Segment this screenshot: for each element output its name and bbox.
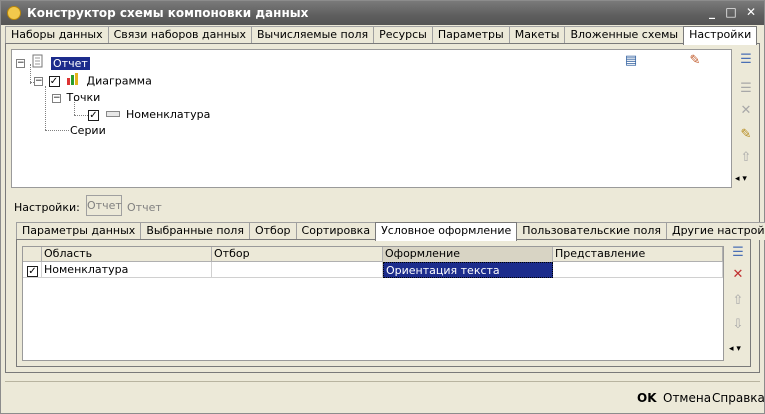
tree-node-points[interactable]: − Точки [52, 90, 100, 106]
tree-connector [45, 130, 69, 131]
column-header-presentation[interactable]: Представление [553, 247, 723, 262]
structure-tree[interactable]: − Отчет − ✓ Диаграмма − Точки ✓ Номенкла… [11, 49, 732, 188]
more-actions-icon[interactable]: ◂ ▾ [735, 174, 747, 184]
column-header-format[interactable]: Оформление [383, 247, 553, 262]
tab-calculated-fields[interactable]: Вычисляемые поля [250, 26, 375, 44]
tree-node-series[interactable]: Серии [70, 123, 106, 139]
collapse-icon[interactable]: − [16, 59, 25, 68]
window-title: Конструктор схемы компоновки данных [27, 6, 309, 20]
row-more-actions-icon[interactable]: ◂ ▾ [729, 344, 741, 354]
wizard-icon[interactable]: ✎ [686, 52, 704, 70]
add-group-icon[interactable]: ☰ [737, 51, 755, 69]
dcs-designer-window: Конструктор схемы компоновки данных _ □ … [0, 0, 765, 414]
tab-dataset-links[interactable]: Связи наборов данных [107, 26, 252, 44]
row-checkbox-cell: ✓ [23, 262, 42, 278]
title-bar: Конструктор схемы компоновки данных _ □ … [1, 1, 764, 25]
tab-filter[interactable]: Отбор [248, 222, 297, 240]
table-row[interactable]: ✓ Номенклатура Ориентация текста [23, 262, 723, 279]
tree-node-chart[interactable]: − ✓ Диаграмма [34, 72, 152, 88]
tree-connector [45, 86, 46, 130]
close-button[interactable]: ✕ [743, 5, 759, 20]
column-header-filter[interactable]: Отбор [212, 247, 383, 262]
delete-row-icon[interactable]: ✕ [729, 266, 747, 284]
edit-group-icon[interactable]: ✎ [737, 126, 755, 144]
column-header-check [23, 247, 42, 262]
chart-checkbox[interactable]: ✓ [48, 76, 60, 87]
footer-separator [5, 381, 760, 382]
top-tab-strip: Наборы данных Связи наборов данных Вычис… [5, 26, 758, 45]
help-button[interactable]: Справка [712, 391, 765, 405]
tab-resources[interactable]: Ресурсы [373, 26, 433, 44]
cell-format[interactable]: Ориентация текста [383, 262, 553, 278]
collapse-icon[interactable]: − [34, 77, 43, 86]
field-icon [105, 107, 120, 123]
tree-label-report: Отчет [51, 56, 90, 70]
chart-icon [66, 72, 80, 91]
row-up-icon: ⇧ [732, 293, 744, 308]
maximize-button[interactable]: □ [723, 5, 739, 20]
cell-area[interactable]: Номенклатура [42, 262, 212, 278]
nomenclature-checkbox[interactable]: ✓ [88, 109, 99, 121]
tree-label-nomenclature: Номенклатура [126, 108, 211, 121]
column-header-area[interactable]: Область [42, 247, 212, 262]
tab-data-parameters[interactable]: Параметры данных [16, 222, 142, 240]
row-down-icon: ⇩ [732, 317, 744, 332]
tree-node-report[interactable]: − Отчет [16, 54, 90, 70]
tab-conditional-appearance[interactable]: Условное оформление [375, 222, 518, 241]
minimize-button[interactable]: _ [704, 5, 720, 20]
tab-parameters[interactable]: Параметры [431, 26, 510, 44]
table-header: Область Отбор Оформление Представление [23, 247, 723, 262]
tab-templates[interactable]: Макеты [508, 26, 566, 44]
lower-tab-strip: Параметры данных Выбранные поля Отбор Со… [16, 222, 765, 241]
cancel-button[interactable]: Отмена [663, 391, 711, 405]
tab-sorting[interactable]: Сортировка [295, 222, 377, 240]
tree-label-points: Точки [66, 91, 101, 104]
tab-datasets[interactable]: Наборы данных [5, 26, 109, 44]
cell-presentation[interactable] [553, 262, 723, 278]
cell-filter[interactable] [212, 262, 383, 278]
conditional-appearance-page: Область Отбор Оформление Представление ✓… [16, 239, 751, 367]
conditional-appearance-table[interactable]: Область Отбор Оформление Представление ✓… [22, 246, 724, 361]
tab-selected-fields[interactable]: Выбранные поля [140, 222, 250, 240]
tree-node-nomenclature[interactable]: ✓ Номенклатура [88, 107, 210, 123]
move-group-icon: ☰ [740, 81, 752, 96]
tab-settings[interactable]: Настройки [683, 26, 758, 45]
app-icon [7, 6, 21, 20]
row-checkbox[interactable]: ✓ [27, 265, 38, 277]
tab-user-fields[interactable]: Пользовательские поля [516, 222, 667, 240]
move-up-icon: ⇧ [740, 150, 752, 165]
ok-button[interactable]: OK [637, 391, 657, 405]
settings-tab-page: − Отчет − ✓ Диаграмма − Точки ✓ Номенкла… [5, 43, 765, 373]
tree-label-chart: Диаграмма [86, 74, 152, 88]
settings-value: Отчет [127, 201, 162, 214]
tree-label-series: Серии [70, 124, 106, 137]
settings-label: Настройки: [14, 201, 80, 214]
add-row-icon[interactable]: ☰ [729, 244, 747, 262]
collapse-icon[interactable]: − [52, 93, 61, 103]
table-icon[interactable]: ▤ [622, 52, 640, 70]
tab-nested-schemas[interactable]: Вложенные схемы [564, 26, 685, 44]
settings-report-button[interactable]: Отчет [86, 195, 122, 216]
report-icon [31, 54, 45, 73]
tab-other-settings[interactable]: Другие настройки [665, 222, 765, 240]
delete-group-icon: ✕ [740, 103, 752, 118]
